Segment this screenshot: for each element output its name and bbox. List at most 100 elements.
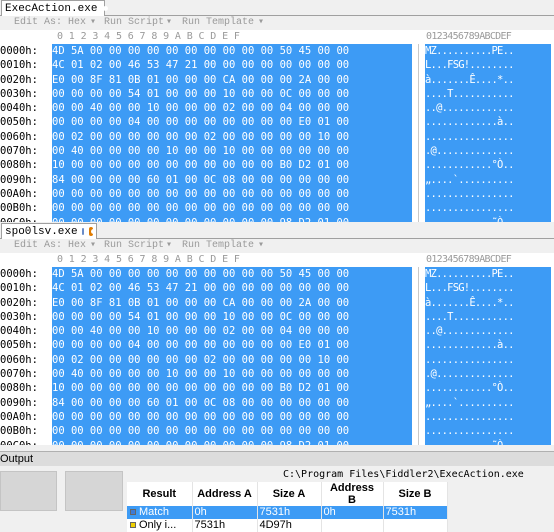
dropdown-arrow-icon[interactable]: ▾ — [166, 239, 172, 253]
ascii-row[interactable]: ............˜Ò.. — [425, 216, 551, 222]
divider — [418, 267, 419, 445]
pane1-ascii-bytes[interactable]: MZ..........PE.. L...FSG!........ à.......… — [425, 44, 551, 222]
table-row[interactable]: Match 0h 7531h 0h 7531h — [127, 506, 448, 519]
column-header-address-b[interactable]: Address B — [321, 482, 384, 506]
dropdown-arrow-icon[interactable]: ▾ — [90, 16, 96, 30]
hex-row[interactable]: 84 00 00 00 00 60 01 00 0C 08 00 00 00 0… — [52, 396, 412, 410]
column-header-size-b[interactable]: Size B — [383, 482, 448, 506]
pane2-tab[interactable]: spo0lsv.exe — [1, 223, 97, 239]
hex-row[interactable]: 00 00 00 00 54 01 00 00 00 10 00 00 0C 0… — [52, 87, 412, 101]
pane2-hex-editor[interactable]: 0 1 2 3 4 5 6 7 8 9 A B C D E F 01234567… — [0, 253, 554, 445]
hex-row[interactable]: 00 00 00 00 00 00 00 00 00 00 00 00 00 0… — [52, 201, 412, 215]
table-row[interactable]: Only i... 7531h 4D97h — [127, 519, 448, 532]
hex-row[interactable]: 10 00 00 00 00 00 00 00 00 00 00 00 B0 D… — [52, 158, 412, 172]
output-left-panel — [0, 471, 57, 511]
address-label: 00C0h: — [0, 216, 48, 222]
address-label: 0080h: — [0, 159, 38, 172]
dropdown-arrow-icon[interactable]: ▾ — [90, 239, 96, 253]
address-label: 0040h: — [0, 325, 38, 338]
hex-row[interactable]: 00 00 00 00 00 00 00 00 00 00 00 00 98 D… — [52, 439, 412, 445]
pane1-hex-bytes[interactable]: 4D 5A 00 00 00 00 00 00 00 00 00 00 50 4… — [52, 44, 412, 222]
hex-row[interactable]: 84 00 00 00 00 60 01 00 0C 08 00 00 00 0… — [52, 173, 412, 187]
hex-row[interactable]: 00 00 00 00 00 00 00 00 00 00 00 00 00 0… — [52, 187, 412, 201]
pane1-address-column: 0000h: 0010h: 0020h: 0030h: 0040h: 0050h: 0060… — [0, 44, 48, 222]
ascii-row[interactable]: ....T........... — [425, 87, 551, 101]
pane1-hex-editor[interactable]: 0 1 2 3 4 5 6 7 8 9 A B C D E F 01234567… — [0, 30, 554, 222]
ascii-column-header: 0123456789ABCDEF — [426, 31, 512, 42]
hex-row[interactable]: 00 40 00 00 00 00 10 00 00 10 00 00 00 0… — [52, 367, 412, 381]
size-a-cell: 4D97h — [257, 519, 322, 532]
ascii-column-header: 0123456789ABCDEF — [426, 254, 512, 265]
ascii-row[interactable]: ....T........... — [425, 310, 551, 324]
ascii-row[interactable]: ............°Ò.. — [425, 158, 551, 172]
ascii-row[interactable]: .@.............. — [425, 367, 551, 381]
address-label: 0000h: — [0, 268, 38, 280]
address-label: 0070h: — [0, 368, 38, 381]
pane1-edit-as-menu[interactable]: Edit As: Hex — [14, 16, 86, 30]
address-label: 0060h: — [0, 353, 38, 366]
pane2-ascii-bytes[interactable]: MZ..........PE.. L...FSG!........ à.......… — [425, 267, 551, 445]
hex-row[interactable]: 4C 01 02 00 46 53 47 21 00 00 00 00 00 0… — [52, 58, 412, 72]
ascii-row[interactable]: ..@............. — [425, 324, 551, 338]
ascii-row[interactable]: ................ — [425, 187, 551, 201]
hex-row[interactable]: 00 00 40 00 00 10 00 00 00 02 00 00 04 0… — [52, 101, 412, 115]
dropdown-arrow-icon[interactable]: ▾ — [258, 239, 264, 253]
ascii-row[interactable]: ............˜Ò.. — [425, 439, 551, 445]
pane2-hex-bytes[interactable]: 4D 5A 00 00 00 00 00 00 00 00 00 00 50 4… — [52, 267, 412, 445]
ascii-row[interactable]: ................ — [425, 201, 551, 215]
hex-row[interactable]: 00 00 00 00 00 00 00 00 00 00 00 00 98 D… — [52, 216, 412, 222]
hex-row[interactable]: 00 02 00 00 00 00 00 00 02 00 00 00 00 0… — [52, 353, 412, 367]
output-panel-header: Output — [0, 451, 554, 466]
pane2-edit-as-menu[interactable]: Edit As: Hex — [14, 239, 86, 253]
hex-row[interactable]: 00 00 00 00 54 01 00 00 00 10 00 00 0C 0… — [52, 310, 412, 324]
pane1-run-template-menu[interactable]: Run Template — [182, 16, 254, 30]
hex-row[interactable]: 00 00 00 00 00 00 00 00 00 00 00 00 00 0… — [52, 410, 412, 424]
address-label: 0050h: — [0, 339, 38, 352]
hex-row[interactable]: 4D 5A 00 00 00 00 00 00 00 00 00 00 50 4… — [52, 44, 412, 58]
hex-row[interactable]: 4C 01 02 00 46 53 47 21 00 00 00 00 00 0… — [52, 281, 412, 295]
column-header-size-a[interactable]: Size A — [257, 482, 322, 506]
address-label: 0000h: — [0, 45, 38, 57]
hex-row[interactable]: 00 40 00 00 00 00 10 00 00 10 00 00 00 0… — [52, 144, 412, 158]
pane2-tab-title: spo0lsv.exe — [5, 225, 78, 238]
ascii-row[interactable]: .@.............. — [425, 144, 551, 158]
ascii-row[interactable]: L...FSG!........ — [425, 58, 551, 72]
ascii-row[interactable]: à.......Ê....*.. — [425, 296, 551, 310]
hex-row[interactable]: E0 00 8F 81 0B 01 00 00 00 CA 00 00 00 2… — [52, 73, 412, 87]
ascii-row[interactable]: MZ..........PE.. — [425, 44, 551, 58]
address-label: 0010h: — [0, 59, 38, 72]
ascii-row[interactable]: ................ — [425, 353, 551, 367]
dropdown-arrow-icon[interactable]: ▾ — [258, 16, 264, 30]
result-cell: Only i... — [127, 519, 193, 532]
hex-row[interactable]: 10 00 00 00 00 00 00 00 00 00 00 00 B0 D… — [52, 381, 412, 395]
hex-row[interactable]: 00 00 00 00 04 00 00 00 00 00 00 00 00 E… — [52, 338, 412, 352]
hex-row[interactable]: 00 00 00 00 00 00 00 00 00 00 00 00 00 0… — [52, 424, 412, 438]
pane2-run-script-menu[interactable]: Run Script — [104, 239, 164, 253]
hex-row[interactable]: E0 00 8F 81 0B 01 00 00 00 CA 00 00 00 2… — [52, 296, 412, 310]
ascii-row[interactable]: „....`.......... — [425, 173, 551, 187]
ascii-row[interactable]: L...FSG!........ — [425, 281, 551, 295]
ascii-row[interactable]: à.......Ê....*.. — [425, 73, 551, 87]
ascii-row[interactable]: ..@............. — [425, 101, 551, 115]
column-header-result[interactable]: Result — [127, 482, 193, 506]
ascii-row[interactable]: ............°Ò.. — [425, 381, 551, 395]
pane1-run-script-menu[interactable]: Run Script — [104, 16, 164, 30]
compare-results-table: Result Address A Size A Address B Size B… — [127, 482, 448, 532]
tab-close-icon[interactable] — [89, 227, 96, 236]
ascii-row[interactable]: MZ..........PE.. — [425, 267, 551, 281]
pane2-run-template-menu[interactable]: Run Template — [182, 239, 254, 253]
column-header-address-a[interactable]: Address A — [192, 482, 258, 506]
ascii-row[interactable]: ................ — [425, 410, 551, 424]
ascii-row[interactable]: ................ — [425, 130, 551, 144]
hex-row[interactable]: 00 00 40 00 00 10 00 00 00 02 00 00 04 0… — [52, 324, 412, 338]
ascii-row[interactable]: .............à.. — [425, 115, 551, 129]
ascii-row[interactable]: „....`.......... — [425, 396, 551, 410]
address-label: 00B0h: — [0, 202, 38, 215]
pane1-tab[interactable]: ExecAction.exe — [1, 0, 109, 16]
ascii-row[interactable]: ................ — [425, 424, 551, 438]
hex-row[interactable]: 00 02 00 00 00 00 00 00 02 00 00 00 00 0… — [52, 130, 412, 144]
dropdown-arrow-icon[interactable]: ▾ — [166, 16, 172, 30]
ascii-row[interactable]: .............à.. — [425, 338, 551, 352]
hex-row[interactable]: 4D 5A 00 00 00 00 00 00 00 00 00 00 50 4… — [52, 267, 412, 281]
hex-row[interactable]: 00 00 00 00 04 00 00 00 00 00 00 00 00 E… — [52, 115, 412, 129]
